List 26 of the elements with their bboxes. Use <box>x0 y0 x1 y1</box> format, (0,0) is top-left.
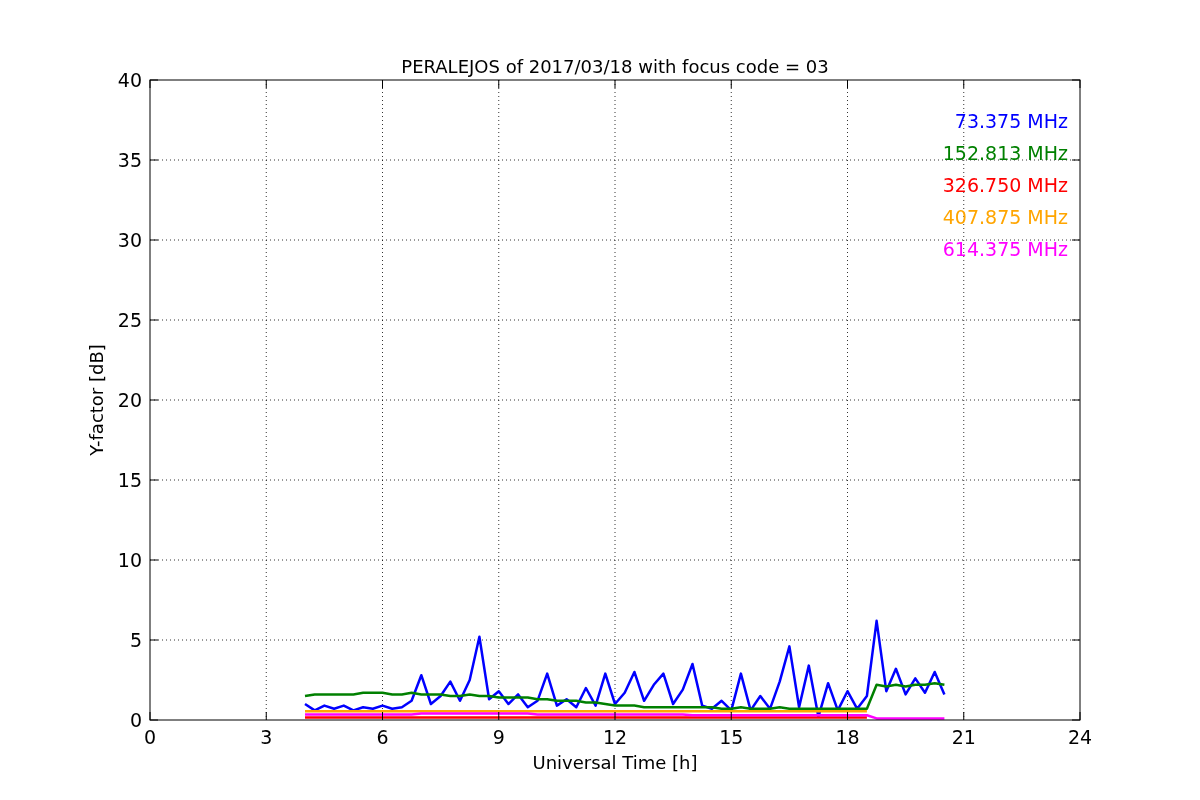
y-tick-label: 25 <box>117 309 142 331</box>
y-tick-label: 10 <box>117 549 142 571</box>
x-tick-label: 24 <box>1067 726 1093 748</box>
chart-title: PERALEJOS of 2017/03/18 with focus code = 03 <box>401 56 829 77</box>
x-tick-label: 3 <box>260 726 273 748</box>
x-axis-label: Universal Time [h] <box>532 752 698 773</box>
y-tick-label: 5 <box>129 629 142 651</box>
x-tick-label: 9 <box>492 726 505 748</box>
x-tick-label: 12 <box>602 726 628 748</box>
y-tick-label: 40 <box>117 69 142 91</box>
legend-label: 326.750 MHz <box>942 174 1068 196</box>
legend-label: 73.375 MHz <box>954 110 1068 132</box>
y-tick-label: 35 <box>117 149 142 171</box>
y-tick-label: 15 <box>117 469 142 491</box>
legend-label: 614.375 MHz <box>942 238 1068 260</box>
x-tick-label: 0 <box>143 726 157 748</box>
x-tick-label: 18 <box>835 726 860 748</box>
x-tick-label: 15 <box>719 726 744 748</box>
legend-label: 407.875 MHz <box>942 206 1068 228</box>
legend-label: 152.813 MHz <box>942 142 1068 164</box>
x-tick-label: 21 <box>951 726 976 748</box>
y-axis-label: Y-factor [dB] <box>86 344 107 456</box>
y-tick-label: 30 <box>117 229 142 251</box>
y-tick-label: 20 <box>117 389 142 411</box>
y-tick-label: 0 <box>129 709 142 731</box>
x-tick-label: 6 <box>376 726 389 748</box>
